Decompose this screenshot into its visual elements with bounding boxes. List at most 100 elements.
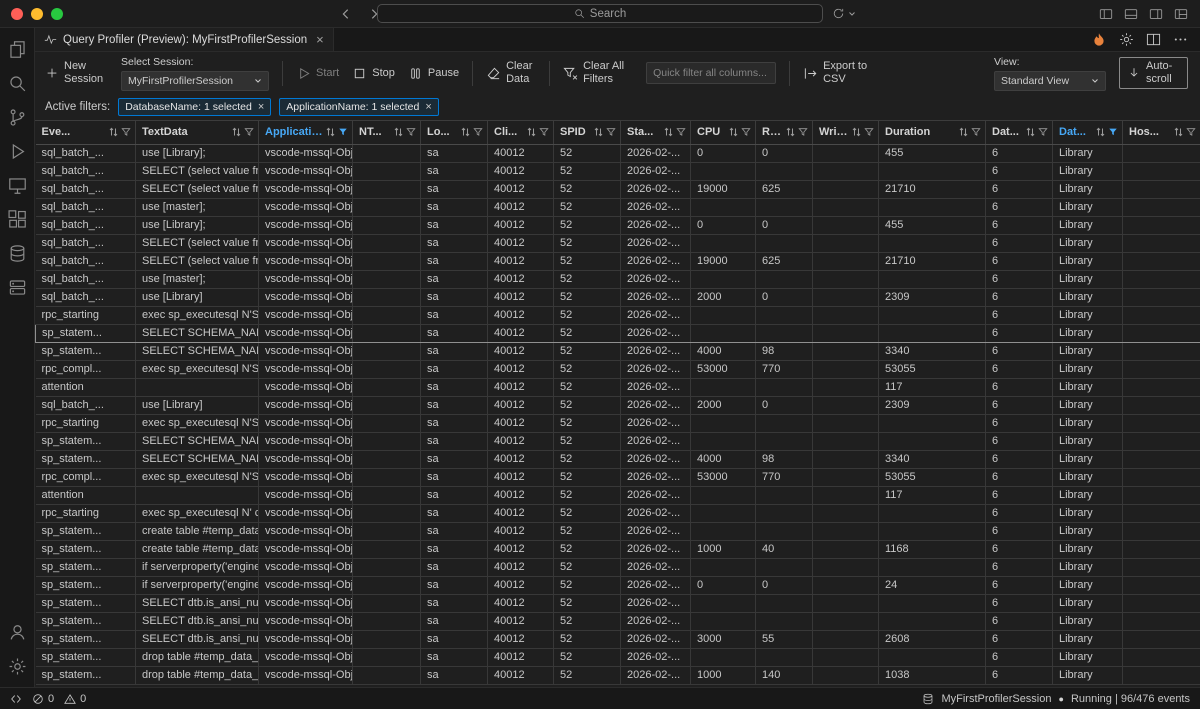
table-cell[interactable]: sql_batch_... <box>36 180 136 198</box>
filter-funnel-icon[interactable] <box>676 127 686 137</box>
table-cell[interactable]: Library <box>1053 504 1123 522</box>
table-cell[interactable]: 2026-02-... <box>621 414 691 432</box>
table-cell[interactable]: sql_batch_... <box>36 162 136 180</box>
sql-server-icon[interactable] <box>0 270 35 304</box>
pause-button[interactable]: Pause <box>408 66 459 81</box>
table-cell[interactable]: 6 <box>986 630 1053 648</box>
table-cell[interactable]: 2026-02-... <box>621 180 691 198</box>
table-cell[interactable]: Library <box>1053 432 1123 450</box>
table-cell[interactable]: vscode-mssql-Obj... <box>259 468 353 486</box>
table-cell[interactable]: 6 <box>986 324 1053 342</box>
table-cell[interactable]: 52 <box>554 306 621 324</box>
table-cell[interactable]: 19000 <box>691 180 756 198</box>
table-cell[interactable]: Library <box>1053 612 1123 630</box>
table-cell[interactable]: vscode-mssql-Obj... <box>259 630 353 648</box>
table-cell[interactable]: 24 <box>879 576 986 594</box>
table-cell[interactable]: 40012 <box>488 594 554 612</box>
sort-icon[interactable] <box>1174 127 1183 137</box>
table-cell[interactable]: attention <box>36 378 136 396</box>
table-cell[interactable]: 0 <box>691 144 756 162</box>
table-cell[interactable]: vscode-mssql-Obj... <box>259 450 353 468</box>
table-cell[interactable]: sa <box>421 342 488 360</box>
table-cell[interactable]: 52 <box>554 252 621 270</box>
table-cell[interactable] <box>879 234 986 252</box>
table-cell[interactable] <box>353 432 421 450</box>
table-cell[interactable]: sa <box>421 216 488 234</box>
table-cell[interactable]: 2026-02-... <box>621 234 691 252</box>
table-cell[interactable]: sp_statem... <box>36 666 136 684</box>
table-cell[interactable] <box>1123 270 1200 288</box>
table-cell[interactable]: vscode-mssql-Obj... <box>259 180 353 198</box>
table-cell[interactable]: Library <box>1053 252 1123 270</box>
table-cell[interactable]: use [Library] <box>136 396 259 414</box>
table-cell[interactable]: sa <box>421 594 488 612</box>
table-cell[interactable]: 52 <box>554 198 621 216</box>
table-cell[interactable] <box>1123 558 1200 576</box>
table-cell[interactable] <box>691 522 756 540</box>
table-cell[interactable]: sa <box>421 414 488 432</box>
table-cell[interactable]: 6 <box>986 252 1053 270</box>
table-cell[interactable]: 2309 <box>879 288 986 306</box>
table-cell[interactable]: vscode-mssql-Obj... <box>259 396 353 414</box>
table-cell[interactable]: sa <box>421 144 488 162</box>
sync-control[interactable] <box>832 7 856 20</box>
table-cell[interactable]: if serverproperty('enginee... <box>136 576 259 594</box>
table-cell[interactable] <box>879 198 986 216</box>
table-cell[interactable]: 40012 <box>488 432 554 450</box>
table-cell[interactable]: Library <box>1053 630 1123 648</box>
table-row[interactable]: rpc_startingexec sp_executesql N'SEL...v… <box>36 306 1200 324</box>
table-cell[interactable]: exec sp_executesql N' crea... <box>136 504 259 522</box>
table-cell[interactable]: SELECT (select value from ... <box>136 162 259 180</box>
table-cell[interactable]: 40012 <box>488 252 554 270</box>
table-cell[interactable] <box>879 306 986 324</box>
table-cell[interactable]: 6 <box>986 540 1053 558</box>
table-cell[interactable]: 6 <box>986 612 1053 630</box>
table-cell[interactable]: SELECT (select value from ... <box>136 252 259 270</box>
table-cell[interactable]: 98 <box>756 450 813 468</box>
table-cell[interactable]: 21710 <box>879 252 986 270</box>
table-cell[interactable]: 52 <box>554 396 621 414</box>
table-cell[interactable]: sa <box>421 522 488 540</box>
table-cell[interactable]: 40012 <box>488 396 554 414</box>
table-cell[interactable]: 40012 <box>488 648 554 666</box>
column-header-event-class[interactable]: Eve... <box>36 121 136 144</box>
table-cell[interactable]: Library <box>1053 450 1123 468</box>
filter-funnel-icon[interactable] <box>338 127 348 137</box>
table-cell[interactable] <box>756 414 813 432</box>
table-cell[interactable]: sa <box>421 666 488 684</box>
table-cell[interactable] <box>813 558 879 576</box>
table-cell[interactable] <box>879 504 986 522</box>
table-cell[interactable] <box>813 522 879 540</box>
table-cell[interactable]: 0 <box>756 144 813 162</box>
table-cell[interactable]: 6 <box>986 450 1053 468</box>
table-cell[interactable]: 2026-02-... <box>621 612 691 630</box>
table-cell[interactable] <box>813 234 879 252</box>
table-cell[interactable] <box>353 486 421 504</box>
table-row[interactable]: attentionvscode-mssql-Obj...sa4001252202… <box>36 486 1200 504</box>
table-cell[interactable]: 6 <box>986 486 1053 504</box>
table-cell[interactable]: 6 <box>986 522 1053 540</box>
table-cell[interactable]: sa <box>421 630 488 648</box>
column-header-nt-user-name[interactable]: NT... <box>353 121 421 144</box>
filter-funnel-icon[interactable] <box>244 127 254 137</box>
table-row[interactable]: sp_statem...SELECT SCHEMA_NAME(t...vscod… <box>36 432 1200 450</box>
explorer-icon[interactable] <box>0 32 35 66</box>
table-cell[interactable]: 40012 <box>488 270 554 288</box>
filter-funnel-icon[interactable] <box>1038 127 1048 137</box>
table-cell[interactable] <box>813 216 879 234</box>
table-cell[interactable]: 6 <box>986 594 1053 612</box>
table-cell[interactable]: 2026-02-... <box>621 378 691 396</box>
table-cell[interactable] <box>353 378 421 396</box>
table-cell[interactable] <box>353 234 421 252</box>
table-cell[interactable] <box>813 468 879 486</box>
column-header-client-process-id[interactable]: Cli... <box>488 121 554 144</box>
table-cell[interactable]: 1000 <box>691 540 756 558</box>
table-cell[interactable]: 2026-02-... <box>621 648 691 666</box>
table-cell[interactable] <box>813 324 879 342</box>
sort-icon[interactable] <box>786 127 795 137</box>
table-cell[interactable]: sa <box>421 252 488 270</box>
table-cell[interactable] <box>1123 432 1200 450</box>
table-cell[interactable]: sp_statem... <box>36 594 136 612</box>
more-actions-icon[interactable] <box>1173 32 1188 47</box>
table-cell[interactable] <box>353 180 421 198</box>
